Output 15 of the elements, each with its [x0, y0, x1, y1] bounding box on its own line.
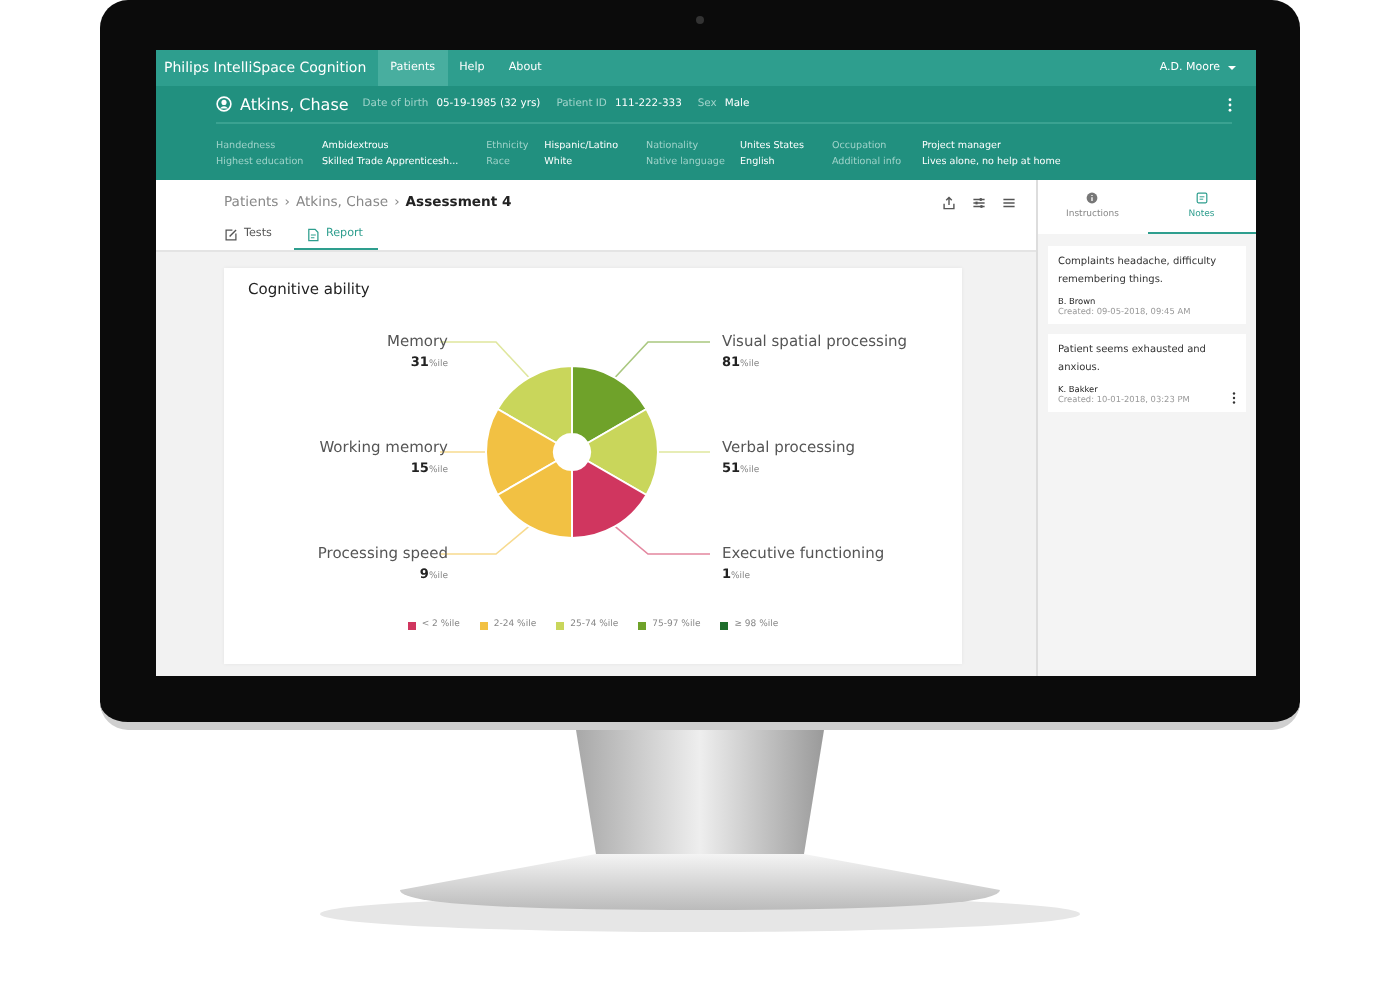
- caret-icon: [1228, 66, 1236, 70]
- share-icon[interactable]: [942, 195, 956, 209]
- leader-line: [614, 341, 711, 379]
- leader-line: [657, 451, 711, 453]
- edit-icon: [224, 227, 238, 241]
- leader-line: [614, 525, 711, 555]
- patient-name: Atkins, Chase: [240, 95, 349, 113]
- user-icon: [216, 96, 232, 112]
- document-icon: [305, 227, 320, 241]
- camera-icon: [696, 16, 704, 24]
- leader-line: [439, 451, 487, 453]
- note-icon: [1195, 192, 1208, 204]
- info-icon: [1086, 192, 1099, 204]
- menu-icon[interactable]: [1002, 195, 1016, 209]
- sliders-icon[interactable]: [972, 195, 986, 209]
